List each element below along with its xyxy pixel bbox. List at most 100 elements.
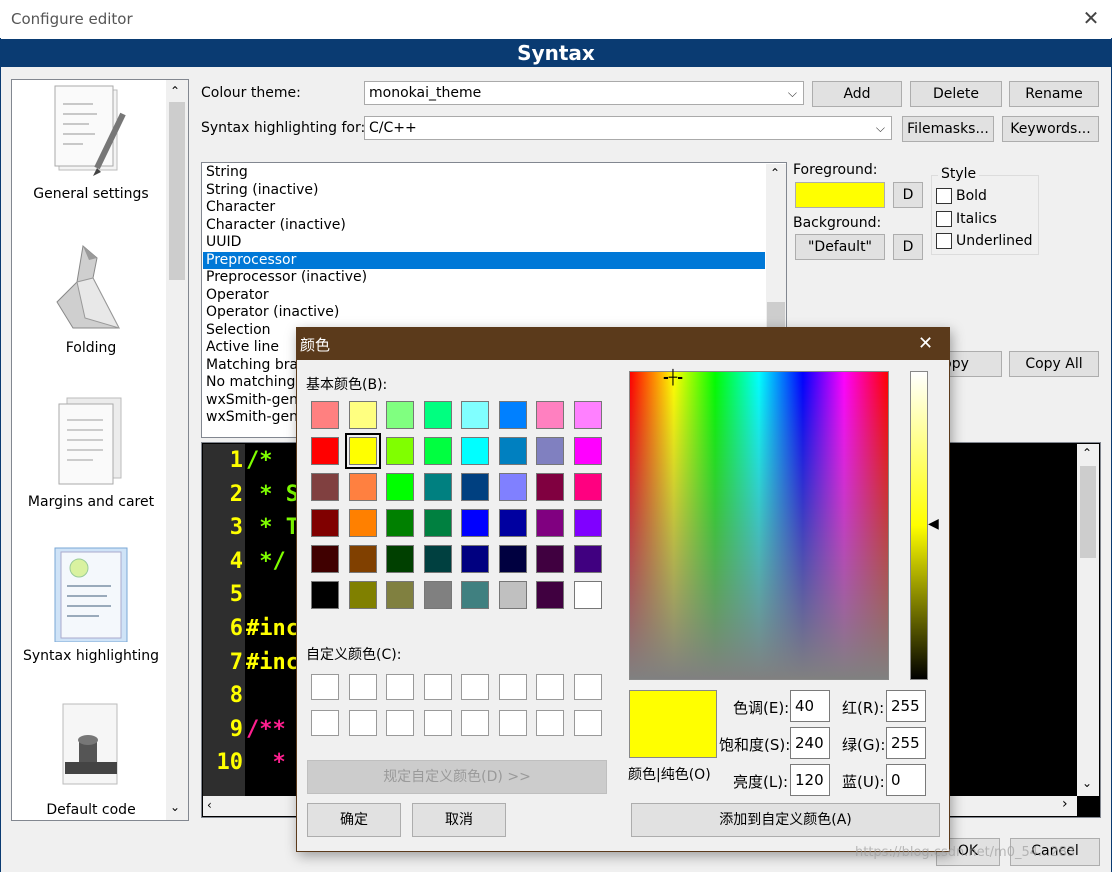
rename-theme-button[interactable]: Rename [1009,81,1099,107]
basic-color-swatch[interactable] [536,473,564,501]
green-input[interactable]: 255 [886,727,926,759]
basic-color-swatch[interactable] [536,581,564,609]
style-list-item[interactable]: UUID [206,234,241,250]
custom-color-swatch[interactable] [498,710,527,736]
sidebar-scroll-thumb[interactable] [169,102,185,280]
foreground-default-button[interactable]: D [893,182,923,208]
bold-checkbox[interactable] [936,188,952,204]
luminance-slider[interactable] [910,371,928,680]
basic-color-swatch[interactable] [536,509,564,537]
basic-color-swatch[interactable] [386,581,414,609]
basic-color-swatch[interactable] [498,437,527,465]
basic-color-swatch[interactable] [386,473,414,501]
basic-color-swatch[interactable] [311,437,339,465]
basic-color-swatch[interactable] [573,437,602,465]
style-list-scroll-thumb[interactable] [767,302,785,328]
basic-color-swatch[interactable] [461,437,489,465]
custom-color-swatch[interactable] [311,710,339,736]
custom-color-swatch[interactable] [573,710,602,736]
style-list-item[interactable]: Character (inactive) [206,217,346,233]
scroll-left-icon[interactable]: ‹ [207,798,212,812]
basic-color-swatch[interactable] [461,581,489,609]
custom-color-swatch[interactable] [348,674,377,700]
filemasks-button[interactable]: Filemasks... [902,116,994,142]
basic-color-swatch[interactable] [573,545,602,573]
add-theme-button[interactable]: Add [812,81,902,107]
style-list-item[interactable]: wxSmith-gen [206,409,298,425]
custom-color-swatch[interactable] [536,710,564,736]
copy-all-button[interactable]: Copy All [1009,351,1099,377]
basic-color-swatch[interactable] [461,473,489,501]
basic-color-swatch[interactable] [423,401,452,429]
underlined-checkbox[interactable] [936,233,952,249]
custom-color-swatch[interactable] [461,710,489,736]
basic-color-swatch[interactable] [386,401,414,429]
custom-color-swatch[interactable] [311,674,339,700]
basic-color-swatch[interactable] [461,509,489,537]
style-list-item[interactable]: Matching bra [206,357,298,373]
basic-color-swatch[interactable] [536,401,564,429]
add-to-custom-colors-button[interactable]: 添加到自定义颜色(A) [631,803,940,837]
blue-input[interactable]: 0 [886,764,926,796]
colour-theme-select[interactable]: monokai_theme ⌵ [364,81,804,105]
style-list-item[interactable]: Operator [206,287,269,303]
style-list-item[interactable]: String [206,164,248,180]
basic-color-swatch[interactable] [386,437,414,465]
syntax-language-select[interactable]: C/C++ ⌵ [364,116,892,140]
basic-color-swatch[interactable] [423,509,452,537]
sidebar-item-margins-caret[interactable]: Margins and caret [12,392,170,510]
basic-color-swatch[interactable] [311,509,339,537]
basic-color-swatch[interactable] [348,401,377,429]
basic-color-swatch[interactable] [498,473,527,501]
scroll-down-icon[interactable]: ⌄ [1082,776,1092,790]
sidebar-item-folding[interactable]: Folding [12,238,170,356]
sidebar-item-syntax-highlighting[interactable]: Syntax highlighting [12,546,170,664]
style-list-item[interactable]: String (inactive) [206,182,318,198]
basic-color-swatch[interactable] [573,581,602,609]
dialog-ok-button[interactable]: 确定 [307,803,401,837]
luminance-input[interactable]: 120 [790,764,830,796]
background-color-button[interactable]: "Default" [795,234,885,260]
custom-color-swatch[interactable] [461,674,489,700]
basic-color-swatch[interactable] [386,509,414,537]
close-icon[interactable]: ✕ [1080,6,1102,30]
red-input[interactable]: 255 [886,690,926,722]
custom-color-swatch[interactable] [348,710,377,736]
keywords-button[interactable]: Keywords... [1002,116,1099,142]
sidebar-item-general-settings[interactable]: General settings [12,84,170,202]
style-list-item[interactable]: Operator (inactive) [206,304,339,320]
basic-color-swatch[interactable] [498,581,527,609]
basic-color-swatch[interactable] [344,433,381,469]
custom-color-swatch[interactable] [423,710,452,736]
style-list-item[interactable]: Preprocessor [206,252,296,268]
custom-color-swatch[interactable] [498,674,527,700]
basic-color-swatch[interactable] [573,473,602,501]
basic-color-swatch[interactable] [311,545,339,573]
custom-color-swatch[interactable] [573,674,602,700]
basic-color-swatch[interactable] [536,545,564,573]
basic-color-swatch[interactable] [461,545,489,573]
basic-color-swatch[interactable] [348,581,377,609]
luminance-pointer-icon[interactable]: ◀ [928,516,939,532]
style-list-item[interactable]: Selection [206,322,271,338]
close-icon[interactable]: ✕ [918,333,933,354]
basic-color-swatch[interactable] [423,581,452,609]
basic-color-swatch[interactable] [461,401,489,429]
scroll-right-icon[interactable]: › [1062,796,1068,812]
italics-checkbox[interactable] [936,211,952,227]
basic-color-swatch[interactable] [423,545,452,573]
scroll-up-icon[interactable]: ⌃ [170,84,180,98]
basic-color-swatch[interactable] [348,545,377,573]
custom-color-swatch[interactable] [386,674,414,700]
style-list-item[interactable]: Preprocessor (inactive) [206,269,367,285]
basic-color-swatch[interactable] [423,437,452,465]
basic-color-swatch[interactable] [498,509,527,537]
dialog-cancel-button[interactable]: 取消 [412,803,506,837]
basic-color-swatch[interactable] [423,473,452,501]
custom-color-swatch[interactable] [386,710,414,736]
saturation-input[interactable]: 240 [790,727,830,759]
preview-scroll-thumb[interactable] [1080,466,1096,558]
sidebar-item-default-code[interactable]: Default code [12,700,170,818]
basic-color-swatch[interactable] [573,509,602,537]
basic-color-swatch[interactable] [573,401,602,429]
